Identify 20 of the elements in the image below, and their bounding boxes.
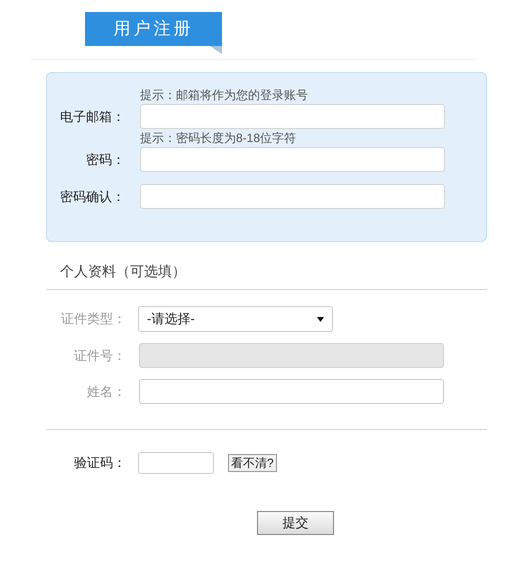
field-label: 密码确认： <box>59 188 125 206</box>
submit-button[interactable]: 提交 <box>257 511 334 535</box>
text-field[interactable] <box>140 147 445 172</box>
caret-icon <box>317 316 324 322</box>
field-label: 验证码： <box>73 454 126 472</box>
field-label: 证件类型： <box>60 310 126 328</box>
section-title: 个人资料（可选填） <box>60 262 187 280</box>
hint-text: 提示：邮箱将作为您的登录账号 <box>140 87 309 104</box>
captcha-field[interactable] <box>138 452 214 474</box>
field-label: 密码： <box>85 150 125 169</box>
tab-tail-icon <box>210 46 222 54</box>
field-label: 证件号： <box>73 346 126 365</box>
refresh-captcha-button[interactable]: 看不清? <box>228 454 277 472</box>
hint-text: 提示：密码长度为8-18位字符 <box>140 130 298 147</box>
field-label: 电子邮箱： <box>59 108 125 126</box>
text-field[interactable] <box>140 104 445 129</box>
dropdown[interactable]: -请选择- <box>138 306 333 332</box>
text-field[interactable] <box>140 184 445 209</box>
text-field[interactable] <box>139 379 444 404</box>
field-label: 姓名： <box>86 382 126 401</box>
